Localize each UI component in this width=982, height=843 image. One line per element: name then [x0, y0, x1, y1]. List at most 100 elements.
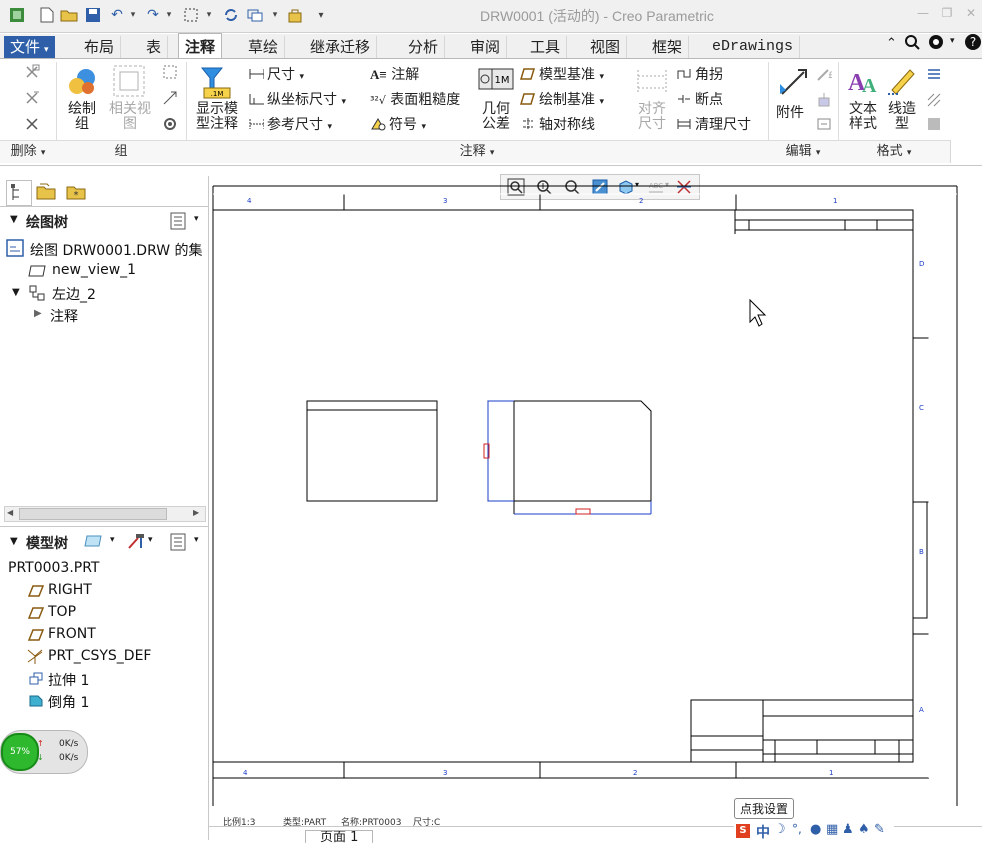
ime-microphone-icon[interactable]: ●	[810, 822, 821, 837]
window-switch-icon[interactable]	[246, 6, 264, 24]
draw-group-button[interactable]: 绘制组	[66, 102, 98, 132]
clean-dimension-button[interactable]: 清理尺寸	[676, 114, 751, 134]
group-label-annotate[interactable]: 注释 ▾	[186, 140, 769, 163]
ime-keyboard-icon[interactable]: ▦	[826, 822, 838, 837]
tab-file[interactable]: 文件 ▾	[4, 36, 55, 58]
chevron-down-icon[interactable]: ▾	[110, 535, 115, 545]
swap-tool-icon[interactable]	[816, 116, 832, 136]
ime-user-icon[interactable]: ♟	[842, 822, 854, 837]
chevron-down-icon[interactable]: ▾	[148, 535, 153, 545]
tree-item-top[interactable]: TOP	[48, 604, 76, 620]
scroll-left-icon[interactable]: ◀	[7, 508, 13, 517]
nav-tab-folder[interactable]	[34, 180, 58, 204]
undo-dropdown-icon[interactable]: ▾	[124, 6, 142, 24]
tree-item-view[interactable]: new_view_1	[52, 262, 136, 278]
maximize-icon[interactable]: ❐	[936, 6, 958, 22]
minimize-icon[interactable]: —	[912, 6, 934, 22]
ime-settings-icon[interactable]: ✎	[874, 822, 885, 837]
window-dropdown-icon[interactable]: ▾	[266, 6, 284, 24]
move-tool-icon[interactable]	[816, 92, 832, 112]
delete-items-icon[interactable]	[24, 90, 40, 110]
ime-punctuation-icon[interactable]: °,	[792, 822, 802, 836]
show-model-annotation-button[interactable]: 显示模型注释	[192, 102, 242, 132]
tab-tools[interactable]: 工具	[524, 36, 568, 58]
note-button[interactable]: A≡ 注解	[370, 64, 419, 84]
ordinate-dimension-button[interactable]: 纵坐标尺寸 ▾	[248, 89, 346, 109]
group-label-delete[interactable]: 删除 ▾	[0, 140, 57, 163]
tree-item-right[interactable]: RIGHT	[48, 582, 92, 598]
chevron-down-icon[interactable]: ▾	[194, 535, 199, 545]
page-tab[interactable]: 页面 1	[305, 830, 374, 843]
tab-edrawings[interactable]: eDrawings	[706, 36, 801, 58]
tab-review[interactable]: 审阅	[464, 36, 508, 58]
tab-legacy-migration[interactable]: 继承迁移	[304, 36, 378, 58]
tree-item-front[interactable]: FRONT	[48, 626, 96, 642]
line-style-button[interactable]: 线造型	[886, 102, 918, 132]
drawing-sheet[interactable]: 4 3 2 1 4 3 2 1 D C B A	[209, 176, 982, 840]
chevron-down-icon[interactable]: ▾	[194, 214, 199, 224]
group-label-edit[interactable]: 编辑 ▾	[768, 140, 839, 163]
tree-settings-icon[interactable]	[170, 212, 186, 234]
tree-item-part[interactable]: PRT0003.PRT	[8, 560, 100, 576]
breakpoint-button[interactable]: 断点	[676, 89, 723, 109]
tree-item-annotation[interactable]: 注释	[50, 306, 78, 326]
tree-item-chamfer[interactable]: 倒角 1	[48, 692, 89, 712]
tree-item-csys[interactable]: PRT_CSYS_DEF	[48, 648, 151, 664]
minimize-ribbon-icon[interactable]: ⌃	[886, 36, 897, 51]
hatch-icon[interactable]	[926, 66, 942, 86]
axis-symmetric-line-button[interactable]: 轴对称线	[520, 114, 595, 134]
scrollbar-thumb[interactable]	[19, 508, 167, 520]
edit-tool-icon[interactable]: £	[816, 66, 834, 86]
symbol-button[interactable]: 符号 ▾	[370, 114, 426, 134]
new-file-icon[interactable]	[38, 6, 56, 24]
scroll-right-icon[interactable]: ▶	[193, 508, 199, 517]
attachment-button[interactable]: 附件	[776, 102, 804, 122]
close-window-icon[interactable]	[286, 6, 304, 24]
hatch-fill-icon[interactable]	[926, 116, 942, 136]
horizontal-scrollbar[interactable]: ◀ ▶	[4, 506, 206, 522]
tab-layout[interactable]: 布局	[78, 36, 122, 58]
tab-sketch[interactable]: 草绘	[242, 36, 286, 58]
nav-tab-tree[interactable]	[6, 180, 32, 206]
help-icon[interactable]: ?	[964, 33, 982, 55]
collapse-icon[interactable]: ▼	[10, 536, 18, 547]
model-display-icon[interactable]	[84, 533, 104, 553]
select-group-icon[interactable]	[162, 64, 178, 84]
tree-item-drawing[interactable]: 绘图 DRW0001.DRW 的集	[30, 240, 203, 260]
community-dropdown-icon[interactable]: ▾	[950, 36, 955, 46]
drawing-view-left[interactable]	[306, 400, 438, 502]
align-dimension-button[interactable]: 对齐尺寸	[634, 102, 670, 132]
drawing-view-main[interactable]	[483, 400, 652, 515]
delete-all-icon[interactable]	[24, 64, 40, 84]
ime-skin-icon[interactable]: ♠	[858, 822, 870, 837]
regenerate-icon[interactable]	[222, 6, 240, 24]
search-icon[interactable]	[904, 34, 920, 54]
tab-annotate[interactable]: 注释	[178, 33, 223, 60]
hatch-pattern-icon[interactable]	[926, 92, 942, 112]
jog-button[interactable]: 角拐	[676, 64, 723, 84]
text-style-button[interactable]: 文本样式	[846, 102, 880, 132]
dimension-button[interactable]: 尺寸 ▾	[248, 64, 304, 84]
reference-dimension-button[interactable]: 参考尺寸 ▾	[248, 114, 332, 134]
ime-logo-icon[interactable]: S	[736, 824, 750, 838]
group-label-format[interactable]: 格式 ▾	[838, 140, 951, 163]
ime-moon-icon[interactable]: ☽	[774, 822, 786, 837]
related-view-button[interactable]: 相关视图	[106, 102, 154, 132]
tab-view[interactable]: 视图	[584, 36, 628, 58]
tab-table[interactable]: 表	[140, 36, 169, 58]
redo-dropdown-icon[interactable]: ▾	[160, 6, 178, 24]
community-icon[interactable]	[928, 34, 944, 54]
tab-frame[interactable]: 框架	[646, 36, 690, 58]
expand-icon[interactable]: ▶	[34, 308, 42, 319]
tree-item-extrude[interactable]: 拉伸 1	[48, 670, 89, 690]
save-icon[interactable]	[84, 6, 102, 24]
select-dropdown-icon[interactable]: ▾	[200, 6, 218, 24]
drag-handle-bottom[interactable]	[575, 508, 591, 515]
tools-icon[interactable]	[126, 532, 146, 554]
network-monitor-widget[interactable]: 57% ↑ 0K/s ↓ 0K/s	[0, 730, 88, 774]
draw-datum-button[interactable]: 绘制基准 ▾	[520, 89, 604, 109]
tree-settings-icon[interactable]	[170, 533, 186, 555]
collapse-icon[interactable]: ▼	[12, 287, 20, 298]
collapse-icon[interactable]: ▼	[10, 214, 18, 225]
tree-item-sheet[interactable]: 左边_2	[52, 284, 96, 304]
